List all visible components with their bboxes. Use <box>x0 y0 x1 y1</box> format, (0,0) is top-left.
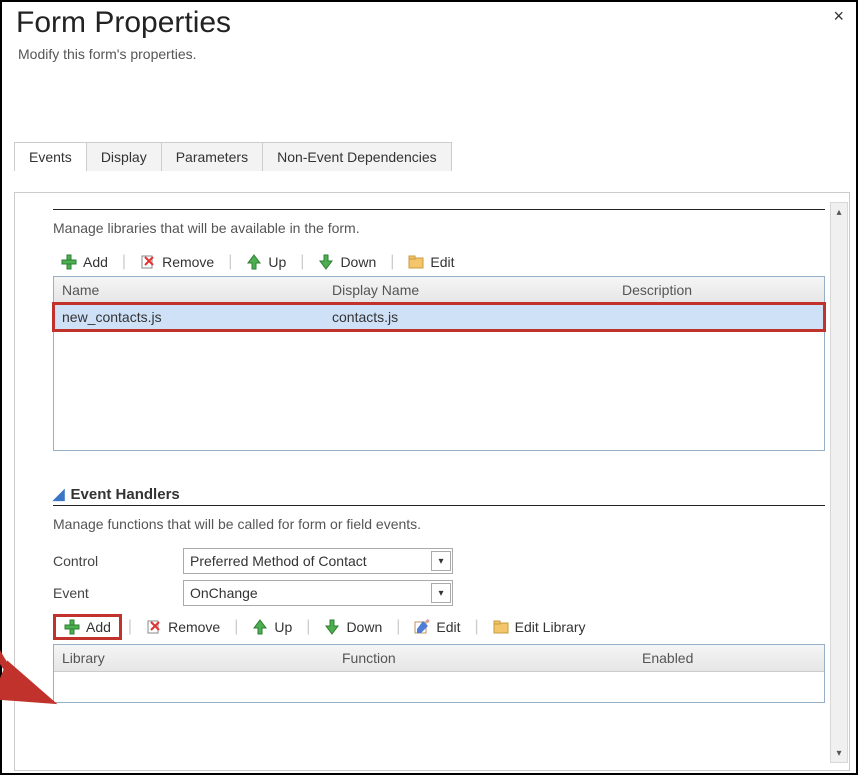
remove-icon <box>140 254 156 270</box>
cell-name: new_contacts.js <box>54 304 324 330</box>
libraries-toolbar: Add | Remove | Up | Down | Edit <box>53 252 825 272</box>
handlers-grid: Library Function Enabled <box>53 644 825 703</box>
handler-remove-button[interactable]: Remove <box>138 617 228 637</box>
lib-add-label: Add <box>83 254 108 270</box>
tab-events[interactable]: Events <box>14 142 87 171</box>
lib-edit-label: Edit <box>430 254 454 270</box>
col-name[interactable]: Name <box>54 277 324 303</box>
handlers-grid-body <box>54 672 824 702</box>
tab-display[interactable]: Display <box>86 142 162 171</box>
event-select-value: OnChange <box>190 585 258 601</box>
col-display[interactable]: Display Name <box>324 277 614 303</box>
libraries-description: Manage libraries that will be available … <box>53 220 825 236</box>
plus-icon <box>64 619 80 635</box>
control-select-value: Preferred Method of Contact <box>190 553 367 569</box>
lib-add-button[interactable]: Add <box>53 252 116 272</box>
handler-edit-label: Edit <box>436 619 460 635</box>
scroll-up-icon[interactable]: ▴ <box>831 203 847 221</box>
dialog-subtitle: Modify this form's properties. <box>18 46 842 62</box>
plus-icon <box>61 254 77 270</box>
folder-icon <box>493 619 509 635</box>
event-select[interactable]: OnChange ▾ <box>183 580 453 606</box>
lib-up-button[interactable]: Up <box>238 252 294 272</box>
handlers-toolbar: Add | Remove | Up | Down | Edit | Edit L… <box>53 614 825 640</box>
library-row[interactable]: new_contacts.js contacts.js <box>54 304 824 330</box>
cell-display: contacts.js <box>324 304 614 330</box>
control-label: Control <box>53 553 183 569</box>
lib-down-button[interactable]: Down <box>310 252 384 272</box>
lib-edit-button[interactable]: Edit <box>400 252 462 272</box>
handler-down-label: Down <box>346 619 382 635</box>
arrow-up-icon <box>252 619 268 635</box>
lib-remove-button[interactable]: Remove <box>132 252 222 272</box>
lib-up-label: Up <box>268 254 286 270</box>
handler-up-button[interactable]: Up <box>244 617 300 637</box>
tab-strip: Events Display Parameters Non-Event Depe… <box>14 142 856 171</box>
arrow-down-icon <box>318 254 334 270</box>
remove-icon <box>146 619 162 635</box>
handlers-description: Manage functions that will be called for… <box>53 516 825 532</box>
control-select[interactable]: Preferred Method of Contact ▾ <box>183 548 453 574</box>
tab-non-event-dependencies[interactable]: Non-Event Dependencies <box>262 142 452 171</box>
chevron-down-icon: ▾ <box>431 583 451 603</box>
handler-up-label: Up <box>274 619 292 635</box>
handler-add-label: Add <box>86 619 111 635</box>
col-function[interactable]: Function <box>334 645 634 671</box>
handler-add-button[interactable]: Add <box>56 617 119 637</box>
handler-edit-button[interactable]: Edit <box>406 617 468 637</box>
handler-edit-library-label: Edit Library <box>515 619 586 635</box>
handler-remove-label: Remove <box>168 619 220 635</box>
libraries-grid: Name Display Name Description new_contac… <box>53 276 825 451</box>
edit-icon <box>414 619 430 635</box>
collapse-icon[interactable]: ◢ <box>53 485 65 503</box>
scroll-down-icon[interactable]: ▾ <box>831 744 847 762</box>
vertical-scrollbar[interactable]: ▴ ▾ <box>830 202 848 763</box>
col-desc[interactable]: Description <box>614 277 824 303</box>
event-handlers-title: Event Handlers <box>71 486 180 503</box>
col-enabled[interactable]: Enabled <box>634 645 824 671</box>
col-library[interactable]: Library <box>54 645 334 671</box>
event-label: Event <box>53 585 183 601</box>
close-button[interactable]: × <box>833 6 844 27</box>
tab-parameters[interactable]: Parameters <box>161 142 263 171</box>
handler-edit-library-button[interactable]: Edit Library <box>485 617 594 637</box>
dialog-title: Form Properties <box>16 6 842 40</box>
handlers-grid-header: Library Function Enabled <box>54 645 824 672</box>
chevron-down-icon: ▾ <box>431 551 451 571</box>
libraries-grid-body <box>54 330 824 450</box>
events-pane: Manage libraries that will be available … <box>14 192 850 771</box>
folder-edit-icon <box>408 254 424 270</box>
lib-down-label: Down <box>340 254 376 270</box>
arrow-down-icon <box>324 619 340 635</box>
handler-down-button[interactable]: Down <box>316 617 390 637</box>
cell-desc <box>614 304 824 330</box>
lib-remove-label: Remove <box>162 254 214 270</box>
arrow-up-icon <box>246 254 262 270</box>
libraries-grid-header: Name Display Name Description <box>54 277 824 304</box>
